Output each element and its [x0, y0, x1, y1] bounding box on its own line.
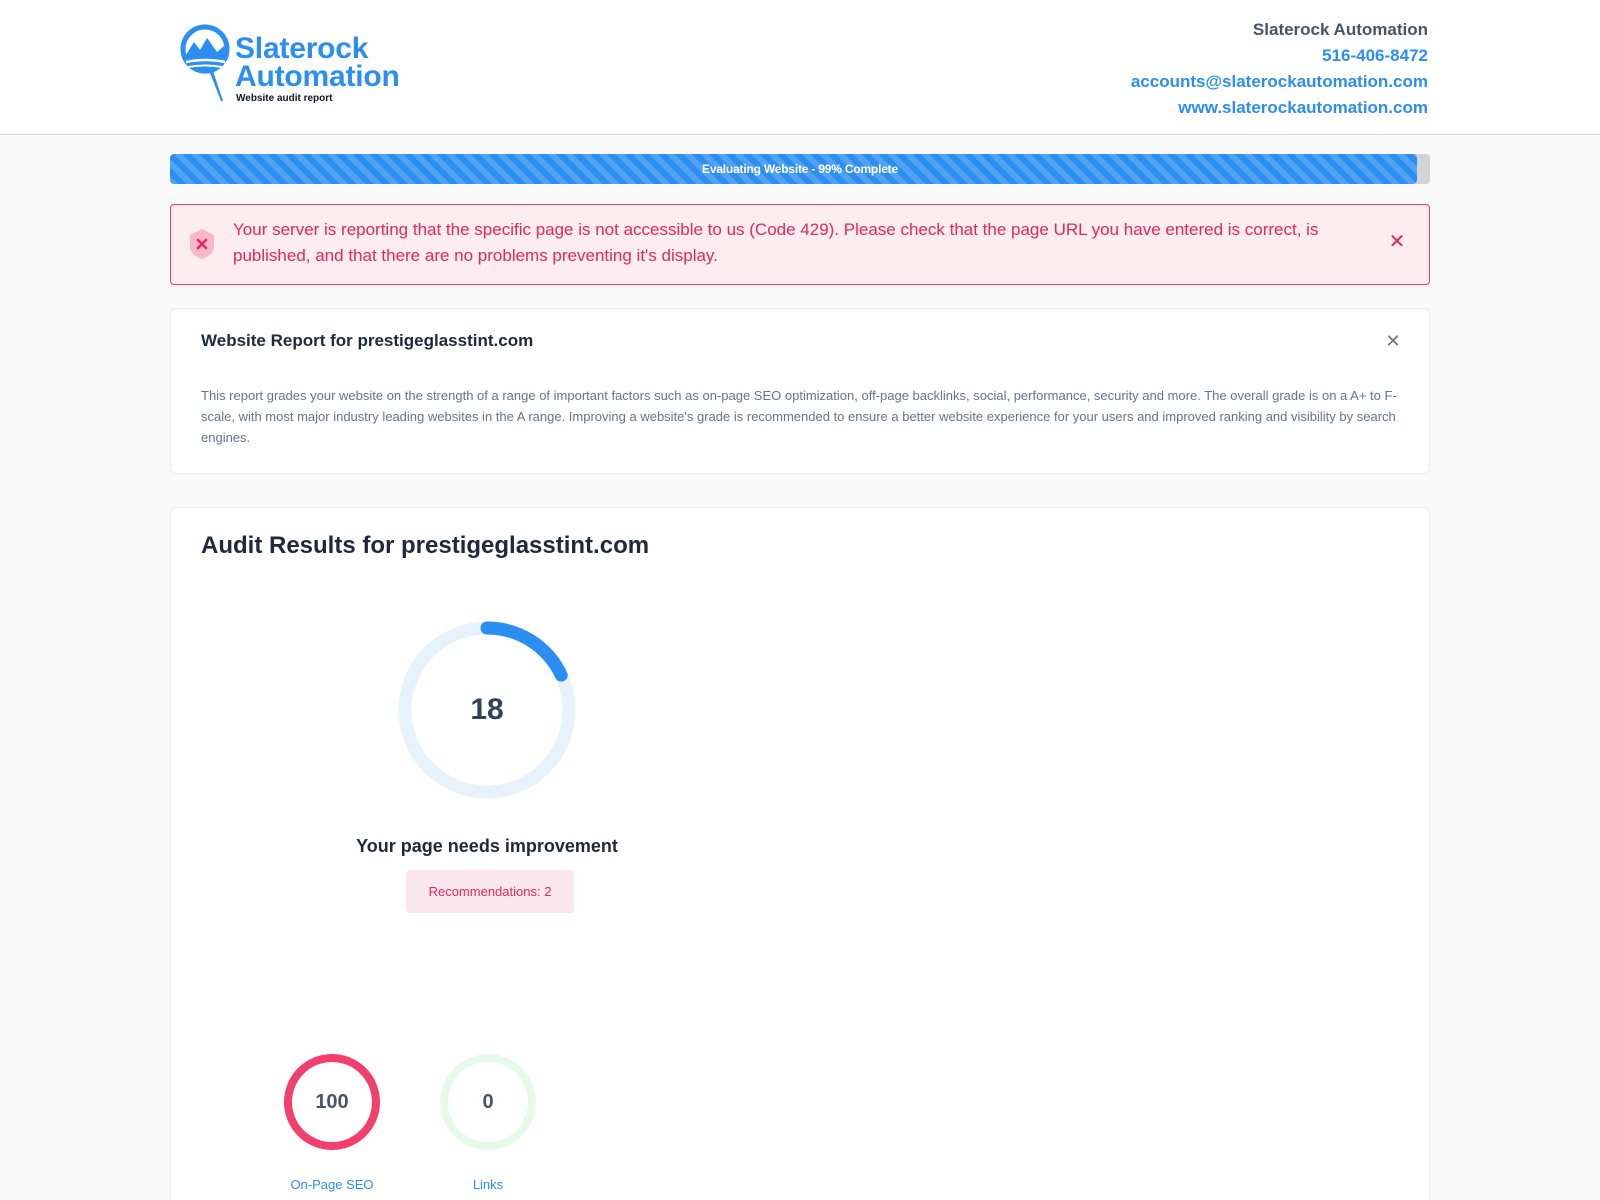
alert-close-icon[interactable]: ✕: [1387, 232, 1407, 252]
on-page-seo-link[interactable]: On-Page SEO: [262, 1177, 402, 1192]
company-logo[interactable]: Slaterock Automation Website audit repor…: [180, 24, 440, 104]
contact-phone-link[interactable]: 516-406-8472: [1131, 43, 1428, 69]
alert-message: Your server is reporting that the specif…: [233, 220, 1319, 265]
on-page-seo-score-value: 100: [315, 1090, 349, 1113]
evaluation-progress-bar: Evaluating Website - 99% Complete: [170, 154, 1430, 184]
logo-subtitle: Website audit report: [236, 93, 333, 104]
contact-website-link[interactable]: www.slaterockautomation.com: [1131, 95, 1428, 121]
links-link[interactable]: Links: [418, 1177, 558, 1192]
links-score-value: 0: [482, 1090, 494, 1113]
report-close-icon[interactable]: ✕: [1383, 331, 1403, 351]
magnifier-mountain-logo-icon: [180, 24, 230, 102]
report-title: Website Report for prestigeglasstint.com: [201, 331, 534, 350]
contact-company: Slaterock Automation: [1252, 20, 1428, 39]
logo-text-line-2: Automation: [235, 60, 400, 93]
recommendations-badge[interactable]: Recommendations: 2: [406, 870, 574, 913]
page-header: Slaterock Automation Website audit repor…: [0, 0, 1600, 135]
shield-x-icon: [190, 229, 214, 259]
progress-label: Evaluating Website - 99% Complete: [702, 162, 898, 176]
score-status-label: Your page needs improvement: [356, 836, 618, 856]
report-description: This report grades your website on the s…: [201, 388, 1397, 445]
overall-score-value: 18: [470, 693, 504, 726]
website-report-card: Website Report for prestigeglasstint.com…: [170, 308, 1430, 474]
error-alert: Your server is reporting that the specif…: [170, 204, 1430, 285]
audit-results-card: Audit Results for prestigeglasstint.com …: [170, 507, 1430, 1200]
contact-email-link[interactable]: accounts@slaterockautomation.com: [1131, 69, 1428, 95]
contact-info: Slaterock Automation 516-406-8472 accoun…: [1131, 17, 1428, 121]
audit-title: Audit Results for prestigeglasstint.com: [201, 532, 650, 559]
